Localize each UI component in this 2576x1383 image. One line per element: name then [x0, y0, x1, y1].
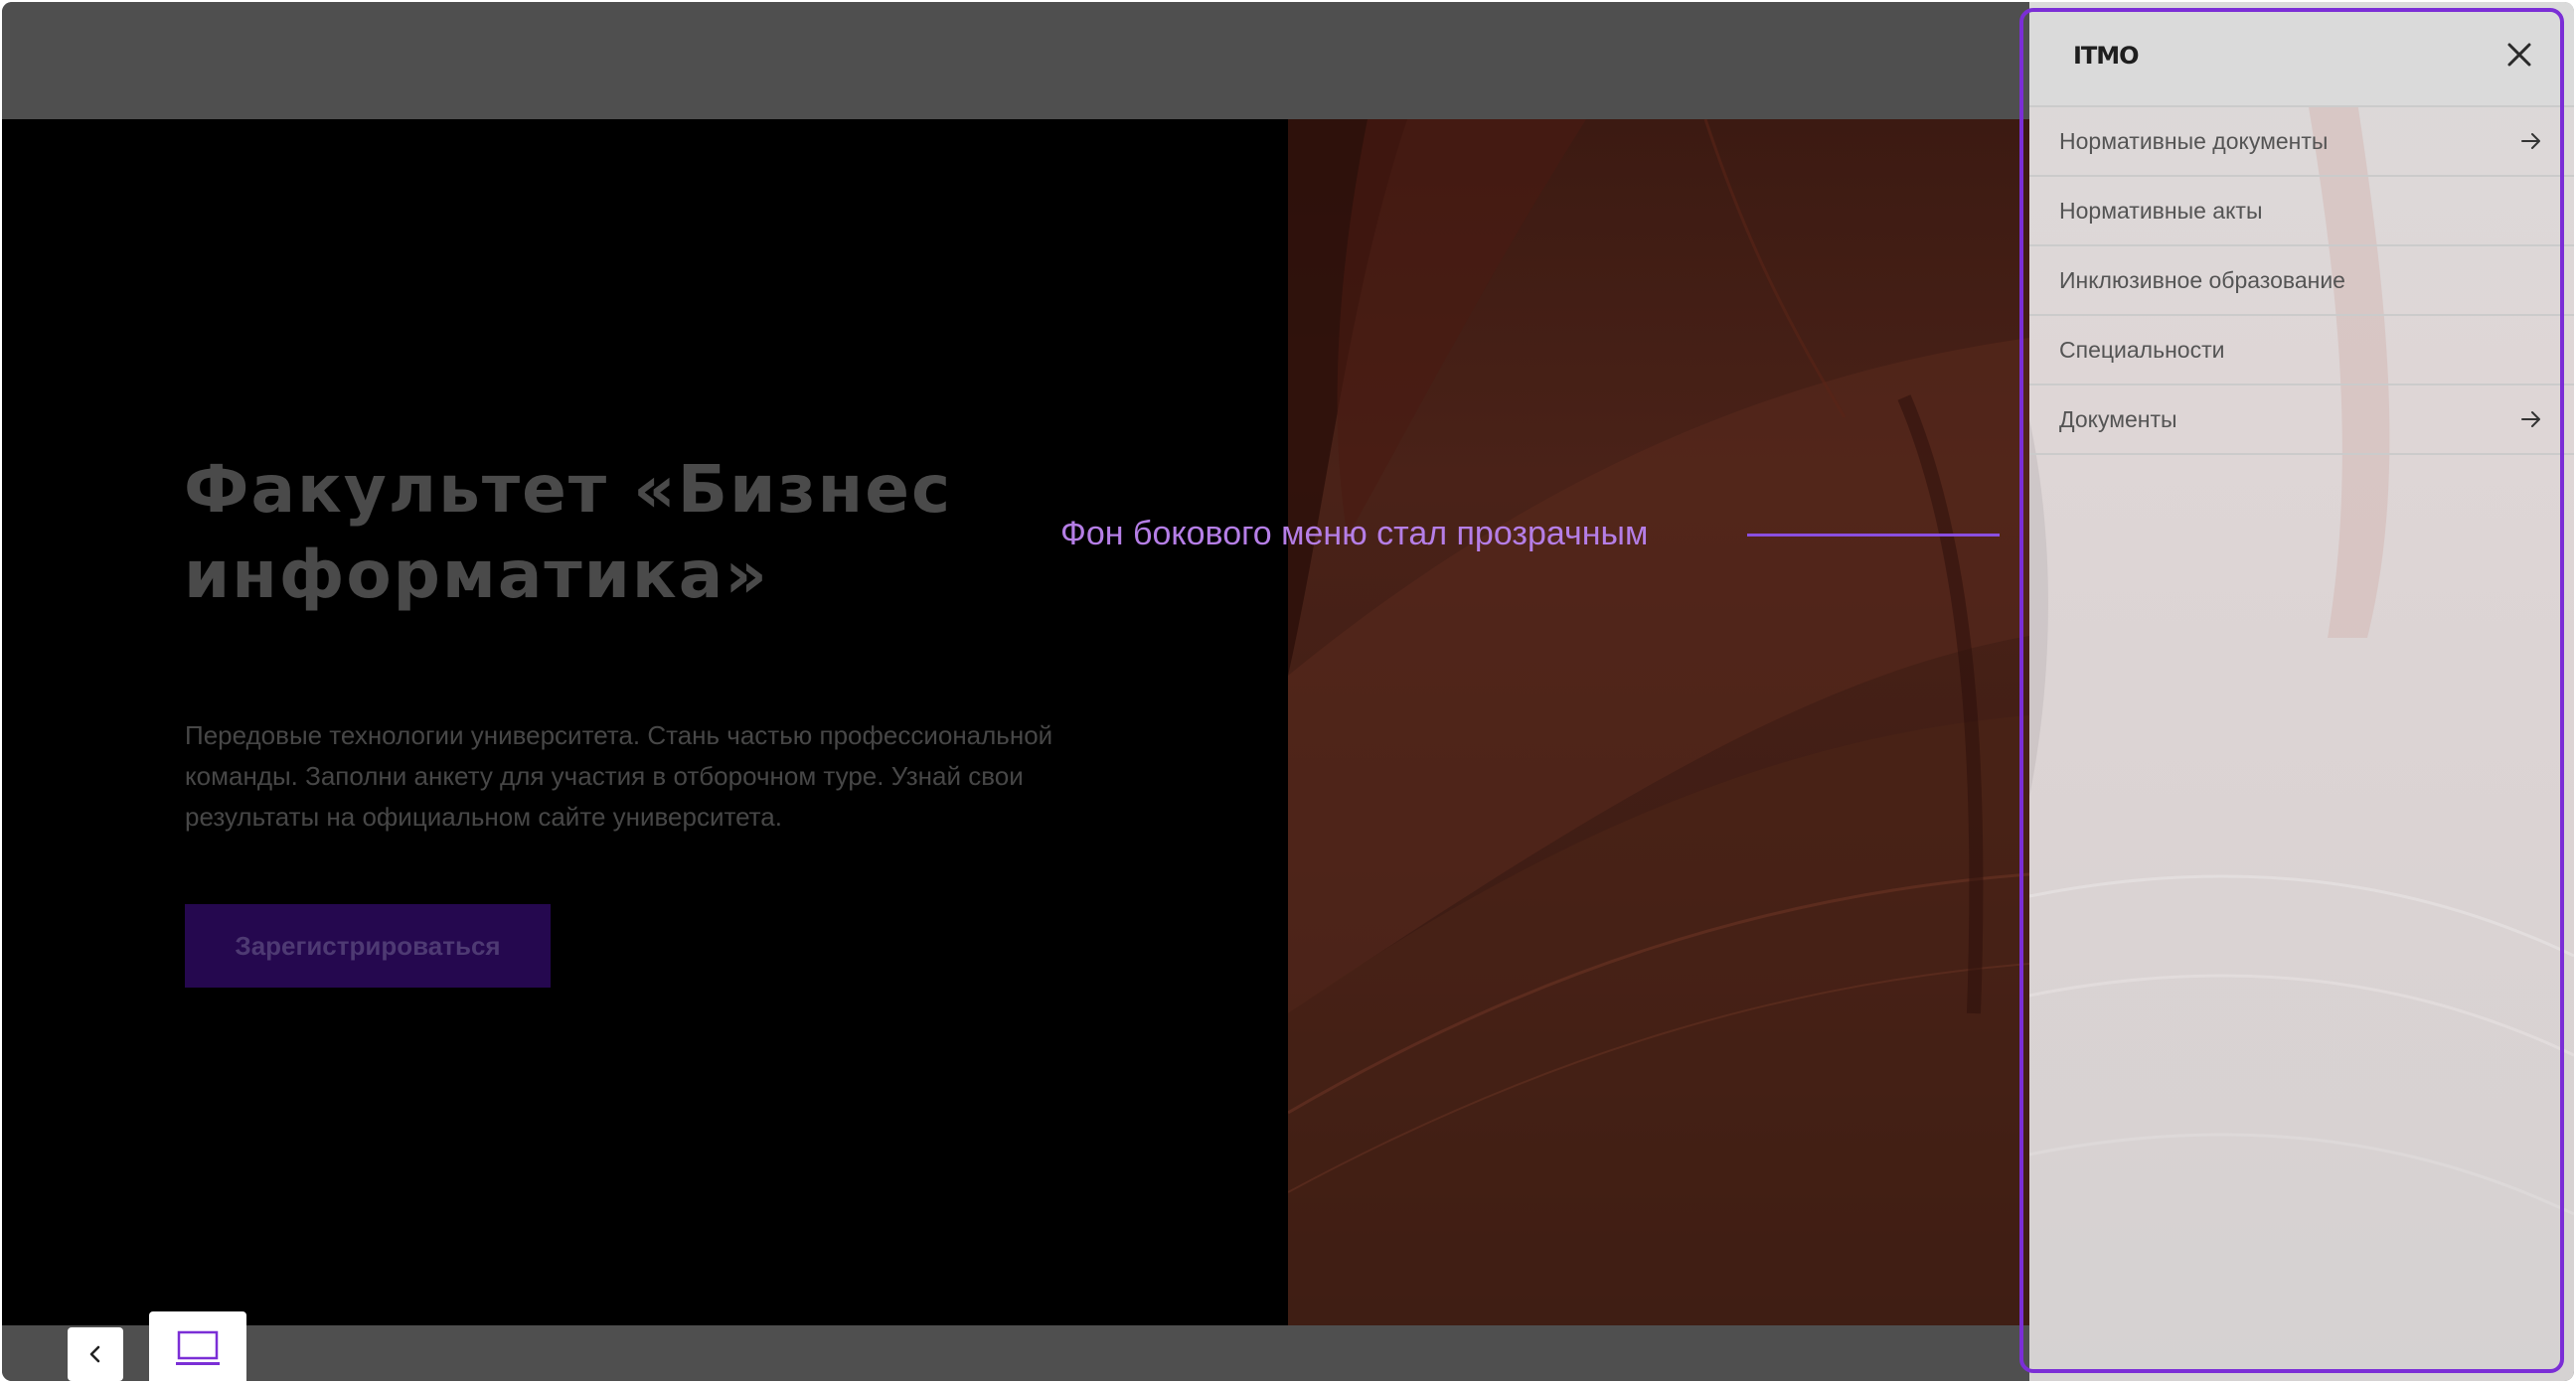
hero-description-line-3: результаты на официальном сайте универси…	[185, 802, 782, 832]
menu-item-label: Специальности	[2059, 336, 2225, 363]
menu-item-documents[interactable]: Документы	[2029, 384, 2574, 455]
back-button[interactable]	[68, 1327, 123, 1381]
hero-description: Передовые технологии университета. Стань…	[185, 715, 1179, 838]
register-button[interactable]: Зарегистрироваться	[185, 904, 551, 988]
sidebar-header: ITMO	[2029, 2, 2574, 105]
chevron-left-icon	[89, 1345, 100, 1363]
menu-item-specialties[interactable]: Специальности	[2029, 314, 2574, 384]
hero-title-line-1: Факультет «Бизнес	[184, 451, 953, 528]
hero-description-line-2: команды. Заполни анкету для участия в от…	[185, 761, 1024, 791]
close-icon	[2507, 43, 2531, 67]
itmo-logo[interactable]: ITMO	[2073, 42, 2140, 70]
menu-item-label: Инклюзивное образование	[2059, 266, 2345, 293]
arrow-right-icon	[2521, 133, 2540, 149]
laptop-icon	[176, 1330, 220, 1365]
menu-item-normative-acts[interactable]: Нормативные акты	[2029, 175, 2574, 244]
bottom-toolbar	[2, 1325, 2029, 1381]
sidebar-menu: Нормативные документы Нормативные акты И…	[2029, 105, 2574, 455]
hero-title: Факультет «Бизнес информатика»	[184, 447, 1078, 618]
menu-item-label: Документы	[2059, 405, 2177, 432]
annotation-pointer-line	[1747, 534, 2000, 537]
hero-title-line-2: информатика»	[184, 537, 769, 613]
arrow-right-icon	[2521, 411, 2540, 427]
menu-item-normative-documents[interactable]: Нормативные документы	[2029, 105, 2574, 175]
hero-description-line-1: Передовые технологии университета. Стань…	[185, 720, 1053, 750]
side-menu: ITMO Нормативные документы Нормативные а…	[2029, 2, 2574, 1381]
menu-item-label: Нормативные документы	[2059, 127, 2329, 154]
top-bar	[2, 2, 2029, 119]
annotation-text: Фон бокового меню стал прозрачным	[1060, 515, 1649, 552]
browser-frame: Факультет «Бизнес информатика» Передовые…	[2, 2, 2574, 1381]
hero-background-art	[1288, 119, 2029, 1325]
menu-item-inclusive-education[interactable]: Инклюзивное образование	[2029, 244, 2574, 314]
abstract-wave-art	[1288, 119, 2029, 1325]
close-button[interactable]	[2496, 32, 2542, 77]
device-view-button[interactable]	[149, 1311, 246, 1381]
hero-section: Факультет «Бизнес информатика» Передовые…	[2, 119, 2029, 1325]
menu-item-label: Нормативные акты	[2059, 197, 2263, 224]
